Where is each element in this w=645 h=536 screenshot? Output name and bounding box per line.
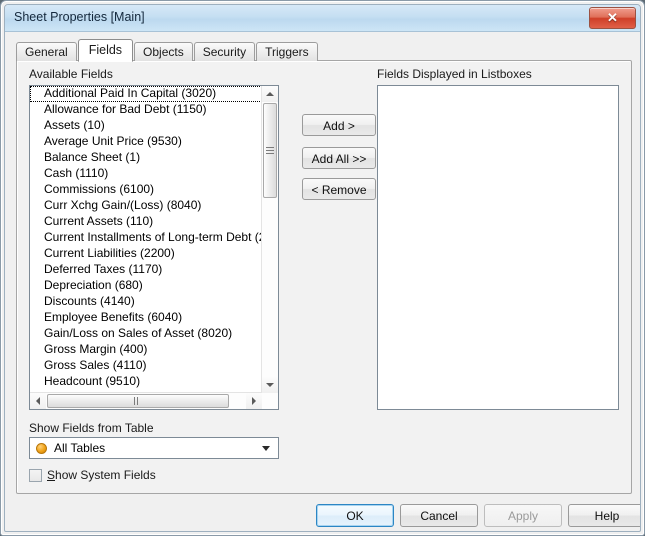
available-vertical-scrollbar[interactable] <box>261 86 278 393</box>
cancel-button[interactable]: Cancel <box>400 504 478 527</box>
list-item[interactable]: Current Assets (110) <box>30 214 262 230</box>
window-title: Sheet Properties [Main] <box>14 10 145 24</box>
chevron-down-icon[interactable] <box>262 446 270 451</box>
dialog-inner-frame: Sheet Properties [Main] ✕ General Fields… <box>4 4 641 532</box>
list-item[interactable]: Cash (1110) <box>30 166 262 182</box>
list-item[interactable]: Current Liabilities (2200) <box>30 246 262 262</box>
tab-strip: General Fields Objects Security Triggers <box>16 39 319 62</box>
label-rest: how System Fields <box>55 468 156 482</box>
fields-tab-panel: Available Fields Additional Paid In Capi… <box>16 60 632 494</box>
available-fields-label: Available Fields <box>29 67 113 81</box>
caret-down-icon <box>266 383 274 387</box>
tab-security[interactable]: Security <box>193 42 256 61</box>
scrollbar-corner <box>262 393 278 409</box>
scroll-grip-icon <box>266 146 274 154</box>
list-item[interactable]: Commissions (6100) <box>30 182 262 198</box>
show-system-fields-checkbox[interactable]: Show System Fields <box>29 467 156 483</box>
list-item[interactable]: Allowance for Bad Debt (1150) <box>30 102 262 118</box>
list-item[interactable]: Current Installments of Long-term Debt (… <box>30 230 262 246</box>
list-item[interactable]: Average Unit Price (9530) <box>30 134 262 150</box>
displayed-fields-items <box>378 86 618 409</box>
apply-button: Apply <box>484 504 562 527</box>
caret-left-icon <box>36 397 40 405</box>
vertical-scroll-thumb[interactable] <box>263 103 277 198</box>
checkbox-box-icon[interactable] <box>29 468 42 482</box>
tab-triggers[interactable]: Triggers <box>256 42 318 61</box>
scroll-left-button[interactable] <box>30 393 46 409</box>
remove-button[interactable]: < Remove <box>302 178 376 200</box>
list-item[interactable]: Headcount (9510) <box>30 374 262 390</box>
orange-circle-icon <box>36 443 47 454</box>
ok-button[interactable]: OK <box>316 504 394 527</box>
show-fields-from-table-combobox[interactable]: All Tables <box>29 437 279 459</box>
add-button[interactable]: Add > <box>302 114 376 136</box>
list-item[interactable]: Deferred Taxes (1170) <box>30 262 262 278</box>
list-item[interactable]: Balance Sheet (1) <box>30 150 262 166</box>
available-fields-items: Additional Paid In Capital (3020) Allowan… <box>30 86 262 393</box>
tab-objects[interactable]: Objects <box>134 42 193 61</box>
title-bar[interactable]: Sheet Properties [Main] ✕ <box>5 5 640 32</box>
list-item[interactable]: Curr Xchg Gain/(Loss) (8040) <box>30 198 262 214</box>
show-fields-selected-value: All Tables <box>54 441 106 455</box>
list-item[interactable]: Gain/Loss on Sales of Asset (8020) <box>30 326 262 342</box>
available-horizontal-scrollbar[interactable] <box>30 392 262 409</box>
scroll-down-button[interactable] <box>262 377 278 393</box>
caret-up-icon <box>266 92 274 96</box>
list-item[interactable]: Employee Benefits (6040) <box>30 310 262 326</box>
horizontal-scroll-thumb[interactable] <box>47 394 229 408</box>
list-item[interactable]: Discounts (4140) <box>30 294 262 310</box>
caret-right-icon <box>252 397 256 405</box>
scroll-up-button[interactable] <box>262 86 278 102</box>
list-item[interactable]: Assets (10) <box>30 118 262 134</box>
show-system-fields-label: Show System Fields <box>47 468 156 482</box>
scroll-right-button[interactable] <box>246 393 262 409</box>
show-fields-from-table-label: Show Fields from Table <box>29 421 154 435</box>
displayed-fields-label: Fields Displayed in Listboxes <box>377 67 532 81</box>
list-item[interactable]: Gross Sales (4110) <box>30 358 262 374</box>
list-item[interactable]: Gross Margin (400) <box>30 342 262 358</box>
close-icon: ✕ <box>607 10 618 25</box>
list-item[interactable]: Depreciation (680) <box>30 278 262 294</box>
displayed-fields-listbox[interactable] <box>377 85 619 410</box>
list-item[interactable]: Additional Paid In Capital (3020) <box>30 86 262 102</box>
add-all-button[interactable]: Add All >> <box>302 147 376 169</box>
scroll-grip-icon <box>134 397 141 405</box>
tab-general[interactable]: General <box>16 42 77 61</box>
available-fields-listbox[interactable]: Additional Paid In Capital (3020) Allowan… <box>29 85 279 410</box>
accelerator-letter: S <box>47 468 56 482</box>
sheet-properties-dialog: Sheet Properties [Main] ✕ General Fields… <box>0 0 645 536</box>
close-button[interactable]: ✕ <box>589 7 636 29</box>
help-button[interactable]: Help <box>568 504 640 527</box>
tab-fields[interactable]: Fields <box>77 39 134 62</box>
